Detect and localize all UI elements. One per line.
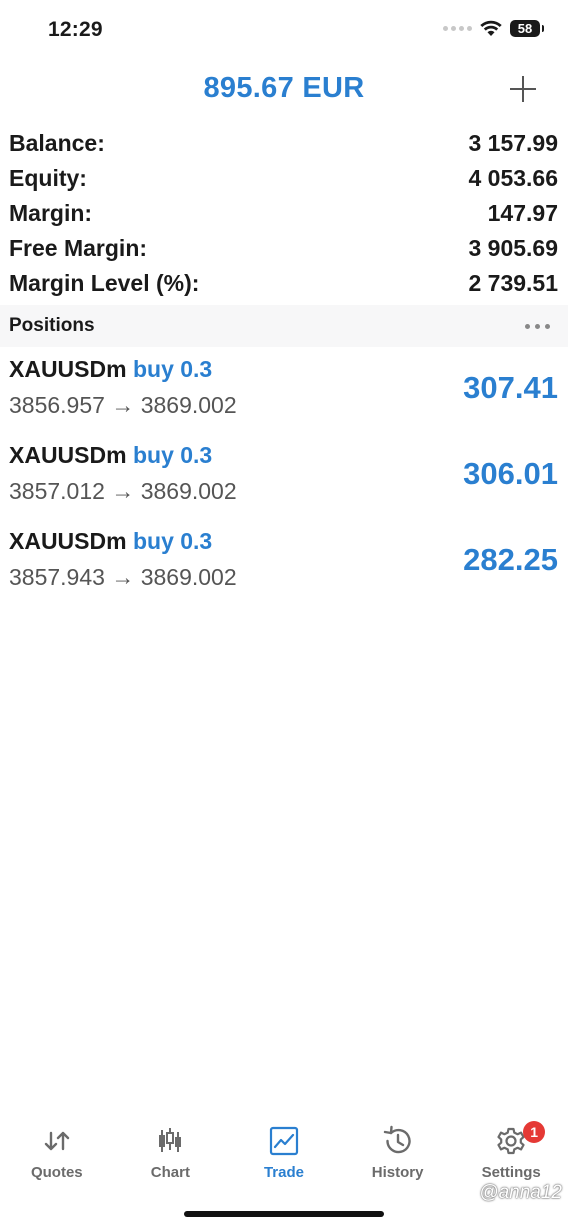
position-row[interactable]: XAUUSDm buy 0.3 3857.012 → 3869.002 306.… [0,436,568,522]
positions-list: XAUUSDm buy 0.3 3856.957 → 3869.002 307.… [0,350,568,608]
summary-row-free-margin: Free Margin: 3 905.69 [0,231,568,266]
battery-icon: 58 [510,20,544,37]
home-indicator[interactable] [184,1211,384,1217]
summary-value: 4 053.66 [468,165,558,191]
summary-row-margin-level: Margin Level (%): 2 739.51 [0,266,568,301]
position-symbol: XAUUSDm [9,356,127,382]
position-side: buy 0.3 [132,442,213,468]
position-row[interactable]: XAUUSDm buy 0.3 3856.957 → 3869.002 307.… [0,350,568,436]
tab-chart[interactable]: Chart [114,1118,228,1198]
positions-section-header: Positions [0,305,568,347]
position-prices: 3857.943 → 3869.002 [9,564,237,590]
wifi-icon [480,20,502,36]
tab-history[interactable]: History [341,1118,455,1198]
summary-value: 3 905.69 [468,235,558,261]
summary-value: 147.97 [487,200,558,226]
position-row[interactable]: XAUUSDm buy 0.3 3857.943 → 3869.002 282.… [0,522,568,608]
summary-value: 2 739.51 [468,270,558,296]
notification-badge: 1 [523,1121,546,1143]
position-symbol: XAUUSDm [9,528,127,554]
account-summary: Balance: 3 157.99 Equity: 4 053.66 Margi… [0,126,568,301]
position-title: XAUUSDm buy 0.3 [9,528,212,555]
account-header: 895.67 EUR [0,62,568,118]
tab-label: Settings [481,1164,541,1181]
position-prices: 3857.012 → 3869.002 [9,478,237,504]
tab-label: Trade [263,1164,304,1181]
status-bar: 12:29 58 [0,0,568,62]
trade-chart-icon [269,1126,299,1156]
position-profit: 306.01 [463,456,558,491]
signal-icon [443,26,472,31]
position-profit: 282.25 [463,542,558,577]
candlestick-icon [159,1128,182,1152]
tab-quotes[interactable]: Quotes [0,1118,114,1198]
summary-label: Margin Level (%): [9,270,200,296]
tab-label: History [371,1164,424,1181]
history-clock-icon [383,1125,411,1154]
watermark: @anna12 [479,1182,562,1203]
quotes-arrows-icon [44,1131,69,1151]
tab-label: Chart [150,1164,190,1181]
position-symbol: XAUUSDm [9,442,127,468]
summary-row-margin: Margin: 147.97 [0,196,568,231]
position-side: buy 0.3 [132,528,213,554]
more-horizontal-icon[interactable] [525,324,550,329]
summary-label: Margin: [9,200,93,226]
summary-value: 3 157.99 [468,130,558,156]
positions-title: Positions [9,315,95,336]
summary-row-equity: Equity: 4 053.66 [0,161,568,196]
position-side: buy 0.3 [132,356,213,382]
status-icons: 58 [443,20,544,37]
summary-label: Balance: [9,130,105,156]
summary-label: Equity: [9,165,87,191]
plus-icon[interactable] [508,74,538,104]
position-title: XAUUSDm buy 0.3 [9,356,212,383]
position-prices: 3856.957 → 3869.002 [9,392,237,418]
summary-label: Free Margin: [9,235,148,261]
account-profit-title: 895.67 EUR [203,72,365,104]
summary-row-balance: Balance: 3 157.99 [0,126,568,161]
status-time: 12:29 [48,18,103,41]
tab-trade[interactable]: Trade [227,1118,341,1198]
position-title: XAUUSDm buy 0.3 [9,442,212,469]
position-profit: 307.41 [463,370,558,405]
tab-label: Quotes [30,1164,83,1181]
